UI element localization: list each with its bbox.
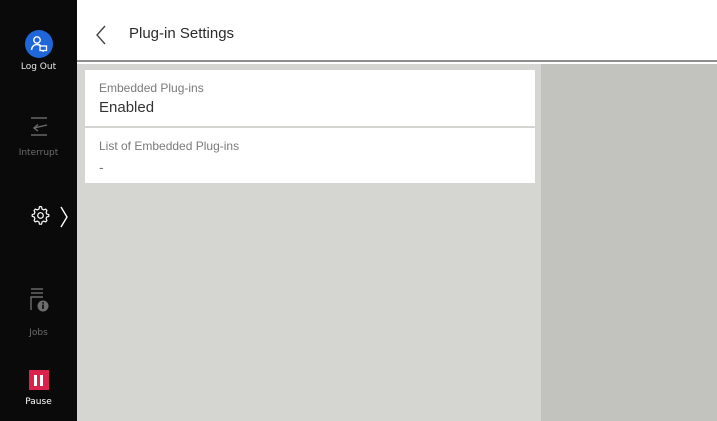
setting-row-embedded-plugins[interactable]: Embedded Plug-ins Enabled [85, 70, 535, 126]
pause-icon [28, 370, 49, 390]
logout-label: Log Out [20, 62, 57, 72]
interrupt-icon [30, 117, 47, 136]
jobs-button[interactable]: Jobs [0, 286, 77, 338]
pause-button[interactable]: Pause [0, 370, 77, 407]
sidebar: Log Out Interrupt Jobs Pause [0, 0, 77, 421]
jobs-label: Jobs [29, 328, 48, 338]
gear-icon [31, 205, 50, 225]
setting-label: List of Embedded Plug-ins [99, 139, 240, 153]
interrupt-button[interactable]: Interrupt [0, 114, 77, 158]
user-switch-icon [24, 30, 53, 58]
jobs-icon [29, 288, 48, 312]
setting-label: Embedded Plug-ins [99, 81, 204, 95]
right-panel [541, 64, 717, 421]
chevron-left-icon[interactable] [95, 24, 107, 46]
settings-menu-button[interactable] [0, 203, 77, 233]
page-title: Plug-in Settings [129, 25, 235, 42]
setting-row-list-of-embedded-plugins[interactable]: List of Embedded Plug-ins - [85, 128, 535, 183]
setting-value: - [99, 159, 104, 175]
interrupt-label: Interrupt [18, 148, 59, 158]
header-bar: Plug-in Settings [77, 8, 717, 62]
logout-button[interactable]: Log Out [0, 30, 77, 72]
setting-value: Enabled [99, 99, 155, 116]
pause-label: Pause [25, 397, 52, 407]
chevron-right-icon [60, 206, 68, 228]
settings-content: Embedded Plug-ins Enabled List of Embedd… [77, 64, 541, 421]
